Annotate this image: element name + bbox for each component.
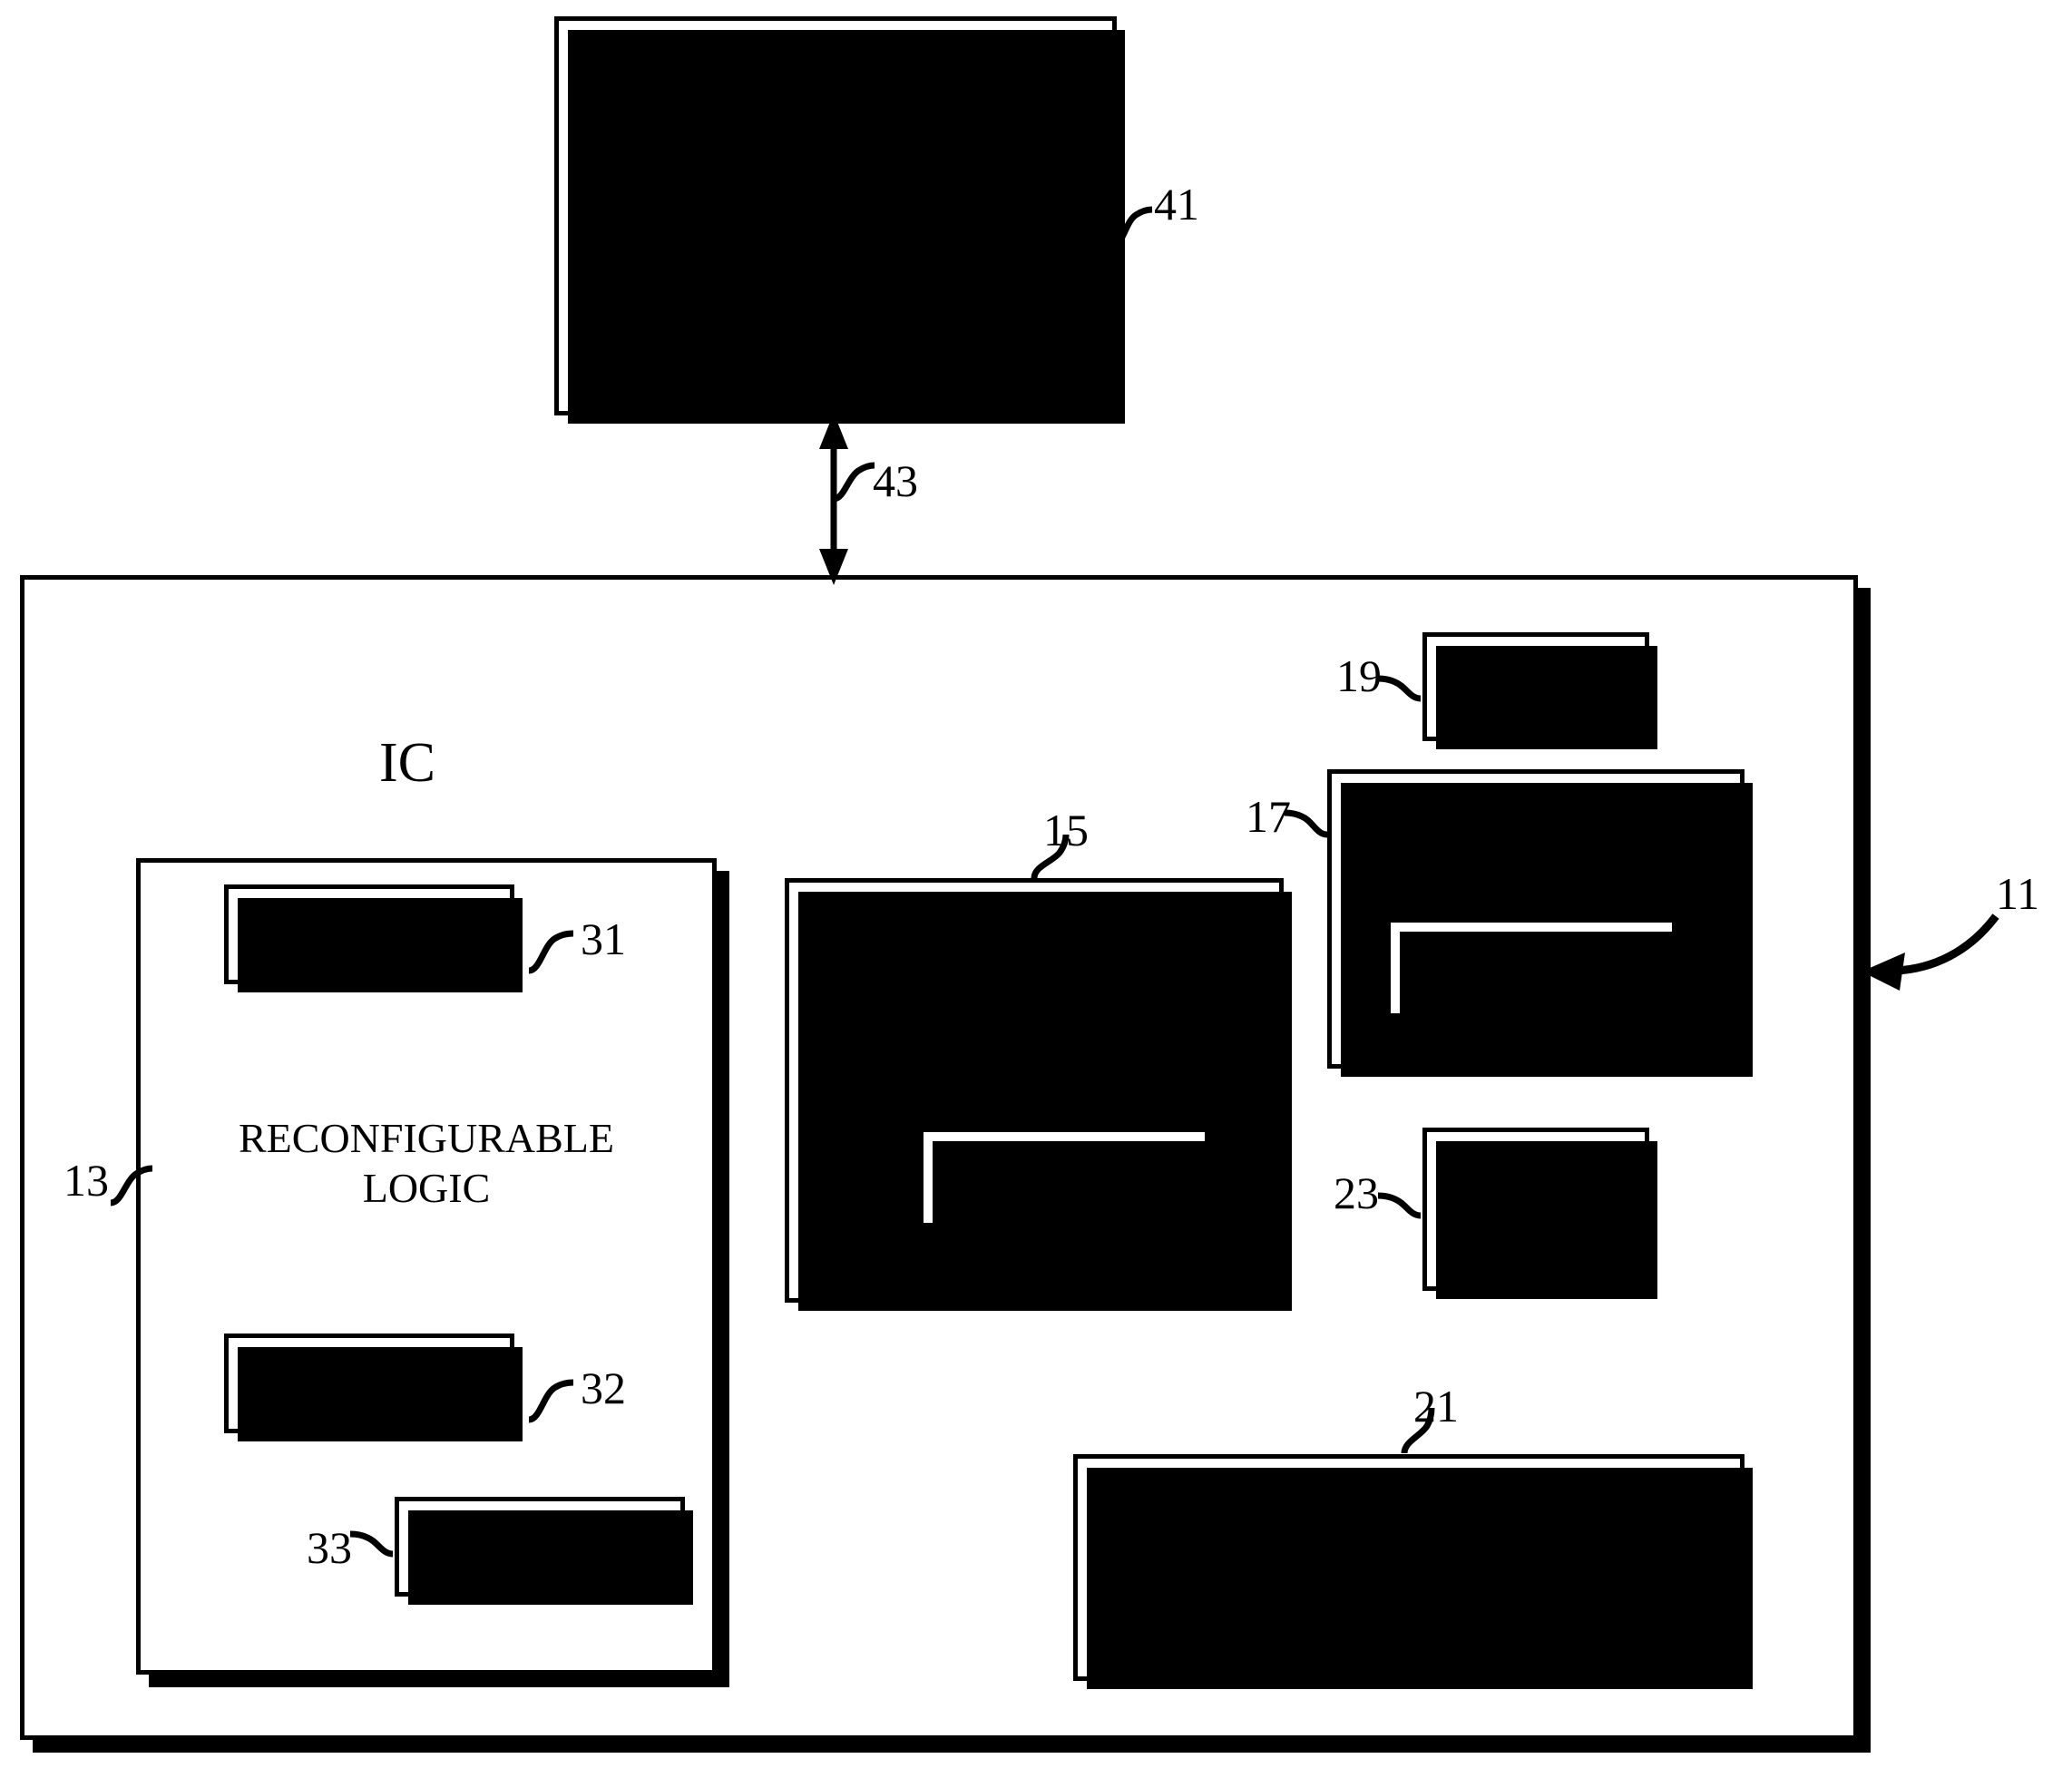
eeprom-32-prefix: E	[288, 1361, 314, 1406]
eeprom-31-label: E2 PROM	[229, 909, 510, 957]
rom-box: ROM	[1422, 632, 1657, 749]
eeprom-35-prefix: E	[1451, 945, 1476, 991]
eeprom-35-box: E2 PROM	[1386, 918, 1685, 1026]
eeprom-33-suffix: PROM	[507, 1524, 621, 1569]
ref-15-label: 15	[1043, 805, 1089, 855]
eeprom-31-box: E2 PROM	[224, 884, 523, 992]
reconfigurable-logic-label-line2: LOGIC	[362, 1165, 491, 1212]
eeprom-35-suffix: PROM	[1499, 945, 1612, 991]
eeprom-33-sup: 2	[484, 1521, 498, 1552]
instruction-decoder-label-line2: INSTRUCT	[932, 992, 1137, 1039]
eeprom-33-prefix: E	[459, 1524, 484, 1569]
leader-43	[833, 462, 875, 503]
ref-34-label: 34	[833, 1151, 878, 1202]
reconfigurable-logic-label-line1: RECONFIGURABLE	[238, 1115, 615, 1161]
ref-13-label: 13	[64, 1155, 109, 1206]
eeprom-34-suffix: PROM	[1031, 1155, 1145, 1200]
rng-label-line1: RANDOM NUMBER	[1172, 1506, 1646, 1566]
rng-box: RANDOM NUMBER GENERATOR	[1073, 1454, 1753, 1689]
eeprom-31-sup: 2	[313, 909, 327, 940]
eeprom-34-sup: 2	[1008, 1152, 1022, 1183]
eeprom-31-prefix: E	[288, 912, 314, 957]
ref-41-label: 41	[1154, 179, 1199, 230]
eeprom-35-label: E2 PROM	[1391, 943, 1672, 991]
ram-label: RAM (KEY)	[1427, 1157, 1645, 1261]
patent-figure: COMPILER 41 43 IC 11 RECONFIGURABLE LOGI…	[0, 0, 2072, 1778]
eeprom-32-box: E2 PROM	[224, 1334, 523, 1441]
rng-label: RANDOM NUMBER GENERATOR	[1078, 1504, 1740, 1630]
ic-label: IC	[379, 732, 435, 794]
eeprom-32-label: E2 PROM	[229, 1358, 510, 1406]
ref-17-label: 17	[1246, 791, 1291, 842]
instruction-decoder-label: PROGRAMMABLE INSTRUCT DECODER	[785, 939, 1284, 1091]
serial-number-label: SERIAL NUMBER	[1327, 786, 1690, 891]
rom-label: ROM	[1481, 659, 1590, 712]
ref-43-label: 43	[873, 455, 918, 506]
ram-label-line1: RAM	[1486, 1158, 1586, 1207]
ref-35-label: 35	[1653, 836, 1698, 887]
eeprom-31-suffix: PROM	[337, 912, 450, 957]
eeprom-34-label: E2 PROM	[924, 1152, 1205, 1200]
eeprom-35-sup: 2	[1475, 943, 1490, 973]
eeprom-33-box: E2 PROM	[395, 1497, 693, 1605]
ref-31-label: 31	[581, 913, 626, 964]
rng-label-line2: GENERATOR	[1253, 1569, 1565, 1628]
instruction-decoder-label-line3: DECODER	[935, 1042, 1133, 1089]
eeprom-32-sup: 2	[313, 1358, 327, 1389]
leader-11	[1895, 913, 1999, 975]
eeprom-32-suffix: PROM	[337, 1361, 450, 1406]
compiler-label: COMPILER	[698, 185, 973, 246]
eeprom-34-box: E2 PROM	[919, 1128, 1217, 1236]
serial-number-label-line1: SERIAL	[1432, 788, 1585, 836]
serial-number-label-line2: NUMBER	[1415, 840, 1602, 889]
ref-11-label: 11	[1996, 868, 2040, 919]
ref-23-label: 23	[1334, 1167, 1379, 1218]
eeprom-33-label: E2 PROM	[399, 1521, 680, 1569]
reconfigurable-logic-label: RECONFIGURABLE LOGIC	[136, 1113, 717, 1213]
ref-19-label: 19	[1336, 650, 1382, 701]
eeprom-34-prefix: E	[983, 1155, 1009, 1200]
ref-21-label: 21	[1413, 1381, 1459, 1431]
ram-box: RAM (KEY)	[1422, 1128, 1657, 1299]
compiler-box: COMPILER	[554, 16, 1125, 424]
ref-32-label: 32	[581, 1363, 626, 1413]
ref-33-label: 33	[307, 1522, 352, 1573]
ram-label-line2: (KEY)	[1476, 1211, 1596, 1259]
instruction-decoder-label-line1: PROGRAMMABLE	[857, 941, 1211, 987]
